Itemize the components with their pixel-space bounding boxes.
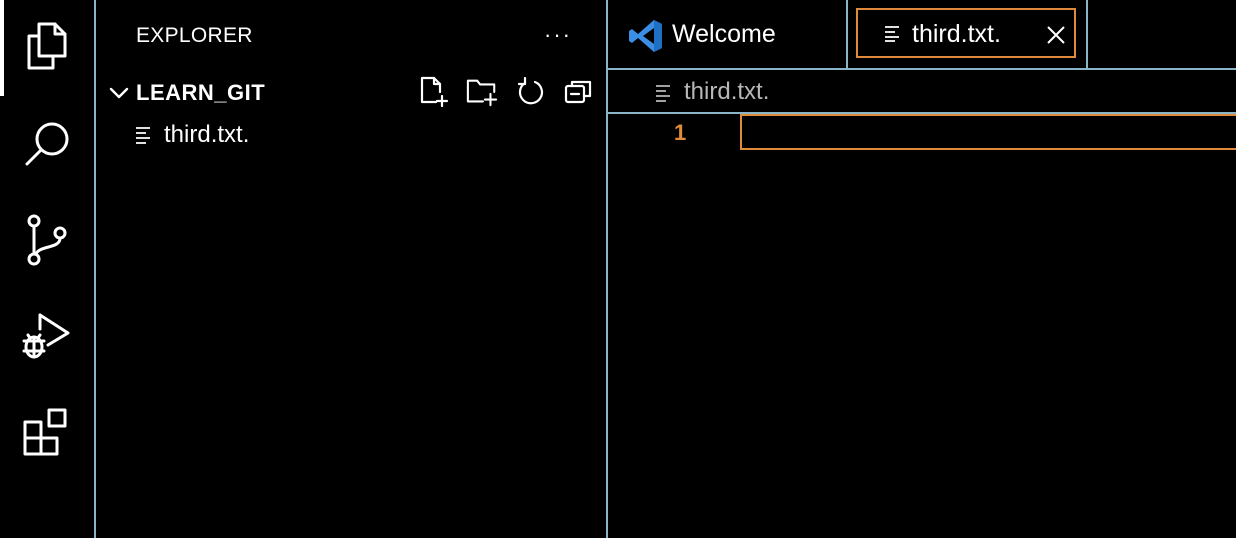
vscode-logo-icon bbox=[629, 20, 662, 52]
more-actions-button[interactable]: ··· bbox=[544, 22, 572, 48]
chevron-down-icon bbox=[109, 87, 129, 99]
refresh-icon[interactable] bbox=[514, 76, 546, 108]
text-file-icon bbox=[885, 26, 899, 42]
folder-label: LEARN_GIT bbox=[136, 80, 266, 105]
tab-welcome[interactable]: Welcome bbox=[608, 0, 848, 68]
text-file-icon bbox=[136, 127, 150, 144]
search-icon[interactable] bbox=[0, 114, 94, 174]
line-number: 1 bbox=[674, 120, 687, 145]
breadcrumb-label: third.txt. bbox=[684, 78, 770, 105]
sidebar-title: EXPLORER bbox=[136, 24, 253, 47]
new-folder-icon[interactable] bbox=[466, 76, 498, 108]
extensions-icon[interactable] bbox=[0, 402, 94, 462]
folder-header[interactable]: LEARN_GIT bbox=[96, 76, 606, 110]
close-icon[interactable] bbox=[1046, 25, 1066, 45]
tab-label: third.txt. bbox=[912, 20, 1001, 48]
collapse-all-icon[interactable] bbox=[562, 76, 594, 108]
breadcrumb[interactable]: third.txt. bbox=[608, 70, 1236, 114]
tab-bar: Welcome third.txt. bbox=[608, 0, 1236, 70]
source-control-icon[interactable] bbox=[0, 210, 94, 270]
activity-bar bbox=[0, 0, 96, 538]
new-file-icon[interactable] bbox=[418, 76, 450, 108]
file-item-third-txt[interactable]: third.txt. bbox=[96, 118, 606, 152]
tab-third-txt[interactable]: third.txt. bbox=[848, 0, 1088, 68]
text-file-icon bbox=[656, 85, 670, 102]
editor-area: Welcome third.txt. third.txt. 1 bbox=[608, 0, 1236, 538]
current-line-highlight[interactable] bbox=[740, 114, 1236, 150]
tab-label: Welcome bbox=[672, 20, 776, 48]
file-label: third.txt. bbox=[164, 121, 250, 148]
run-debug-icon[interactable] bbox=[0, 306, 94, 366]
files-icon[interactable] bbox=[0, 16, 94, 76]
explorer-sidebar: EXPLORER ··· LEARN_GIT third.txt. bbox=[96, 0, 608, 538]
